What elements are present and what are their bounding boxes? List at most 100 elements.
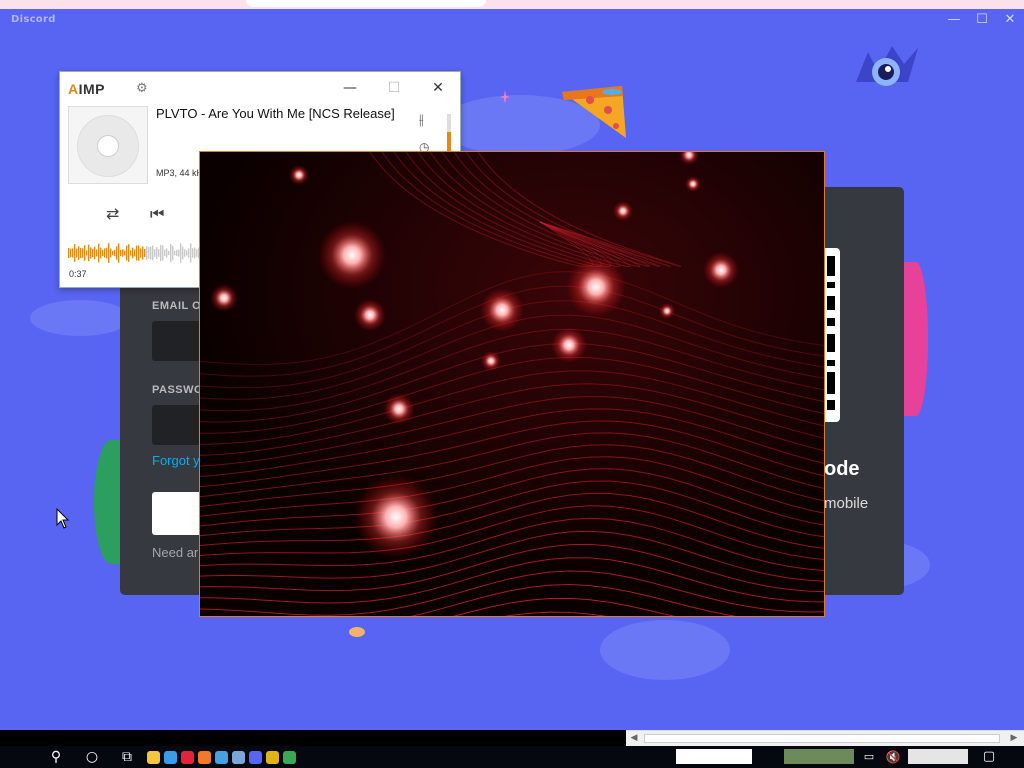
waveform-bar (186, 250, 188, 256)
waveform-bar (114, 250, 116, 256)
light-orb (318, 221, 386, 289)
task-view-icon[interactable]: ⧉ (118, 748, 136, 766)
network-icon[interactable]: ▭ (860, 748, 878, 766)
waveform-bar (126, 245, 128, 261)
waveform-bar (128, 244, 130, 262)
waveform-bar (158, 249, 160, 257)
taskbar-preview[interactable] (676, 749, 752, 764)
previous-icon[interactable]: ⏮ (150, 204, 164, 224)
search-icon[interactable]: ⚲ (47, 748, 65, 766)
discord-close-button[interactable]: ✕ (996, 9, 1024, 31)
waveform-bar (88, 244, 90, 262)
taskbar-app-mail[interactable] (215, 751, 228, 764)
waveform-bar (98, 243, 100, 263)
scroll-left-arrow[interactable]: ◀ (626, 731, 642, 746)
waveform-bar (164, 249, 166, 257)
light-orb (613, 201, 633, 221)
waveform-bar (82, 248, 84, 258)
waveform-bar (194, 247, 196, 259)
aimp-close-button[interactable]: ✕ (423, 77, 453, 99)
forgot-password-link[interactable]: Forgot y (152, 453, 200, 468)
light-orb (480, 288, 524, 332)
light-orb (354, 299, 386, 331)
keyboard-icon[interactable] (908, 749, 968, 764)
light-orb (659, 303, 675, 319)
track-format: MP3, 44 kH (156, 168, 204, 178)
taskbar-app-firefox[interactable] (198, 751, 211, 764)
waveform-bar (148, 247, 150, 259)
taskbar-app-chrome[interactable] (283, 751, 296, 764)
light-orb (566, 257, 626, 317)
waveform-bar (156, 247, 158, 259)
waveform-bar (102, 249, 104, 257)
waveform-bar (110, 248, 112, 258)
repeat-icon[interactable]: ⇄ (106, 204, 119, 223)
waveform-seekbar[interactable] (68, 236, 208, 270)
sparkle-icon (500, 90, 510, 104)
light-orb (481, 351, 501, 371)
waveform-bar (196, 249, 198, 257)
waveform-bar (166, 248, 168, 258)
waveform-bar (188, 248, 190, 258)
bean-icon (349, 627, 365, 637)
taskbar-app-photos[interactable] (232, 751, 245, 764)
light-orb (210, 284, 238, 312)
volume-muted-icon[interactable]: 🔇 (884, 748, 902, 766)
discord-maximize-button[interactable]: ☐ (968, 9, 996, 31)
waveform-bar (180, 243, 182, 263)
light-orb (685, 176, 701, 192)
waveform-bar (84, 245, 86, 261)
scroll-right-arrow[interactable]: ▶ (1006, 731, 1022, 746)
register-prompt[interactable]: Need ar (152, 545, 198, 560)
waveform-bar (190, 243, 192, 263)
circle-icon[interactable]: ○ (83, 748, 101, 766)
desktop: Discord — ☐ ✕ EMAIL O PASSWO Forgot y Ne… (0, 0, 1024, 768)
waveform-bar (162, 245, 164, 261)
visualization-graphic (200, 152, 824, 616)
scrollbar-thumb[interactable] (644, 734, 1000, 743)
notification-icon[interactable]: ▢ (980, 748, 998, 766)
waveform-bar (90, 247, 92, 259)
waveform-bar (138, 245, 140, 261)
waveform-bar (184, 249, 186, 257)
waveform-bar (136, 245, 138, 261)
discord-titlebar: Discord — ☐ ✕ (0, 9, 1024, 31)
taskbar-app-discord[interactable] (249, 751, 262, 764)
waveform-bar (168, 250, 170, 256)
gear-icon[interactable]: ⚙ (136, 81, 148, 96)
volume-slider[interactable] (447, 114, 451, 154)
aimp-logo: AIMP (68, 81, 106, 97)
waveform-bar (112, 250, 114, 256)
password-label: PASSWO (152, 384, 204, 396)
waveform-bar (132, 247, 134, 259)
waveform-bar (154, 249, 156, 257)
light-orb (289, 165, 309, 185)
waveform-bar (116, 246, 118, 260)
mascot-illustration (856, 46, 918, 86)
character-illustration (904, 262, 928, 416)
discord-minimize-button[interactable]: — (940, 9, 968, 31)
cloud (30, 300, 130, 336)
taskbar-app-aimp[interactable] (266, 751, 279, 764)
waveform-bar (140, 248, 142, 258)
mouse-cursor (56, 508, 70, 529)
album-cover (68, 106, 148, 184)
waveform-bar (72, 248, 74, 258)
tray-app-icons[interactable] (784, 749, 854, 764)
qr-title: ode (824, 458, 860, 480)
aimp-maximize-button[interactable]: ☐ (379, 77, 409, 99)
waveform-bar (144, 249, 146, 257)
taskbar-app-edge[interactable] (164, 751, 177, 764)
waveform-bar (176, 250, 178, 256)
waveform-bar (100, 247, 102, 259)
email-label: EMAIL O (152, 300, 202, 312)
position-time: 0:37 (69, 269, 87, 279)
horizontal-scrollbar[interactable]: ◀ ▶ (626, 730, 1024, 746)
waveform-bar (178, 249, 180, 257)
pizza-illustration (562, 86, 626, 138)
aimp-minimize-button[interactable]: — (335, 77, 365, 99)
waveform-bar (174, 250, 176, 256)
taskbar-app-file-explorer[interactable] (147, 751, 160, 764)
taskbar-app-opera[interactable] (181, 751, 194, 764)
equalizer-icon[interactable]: ⫲ (419, 112, 424, 128)
